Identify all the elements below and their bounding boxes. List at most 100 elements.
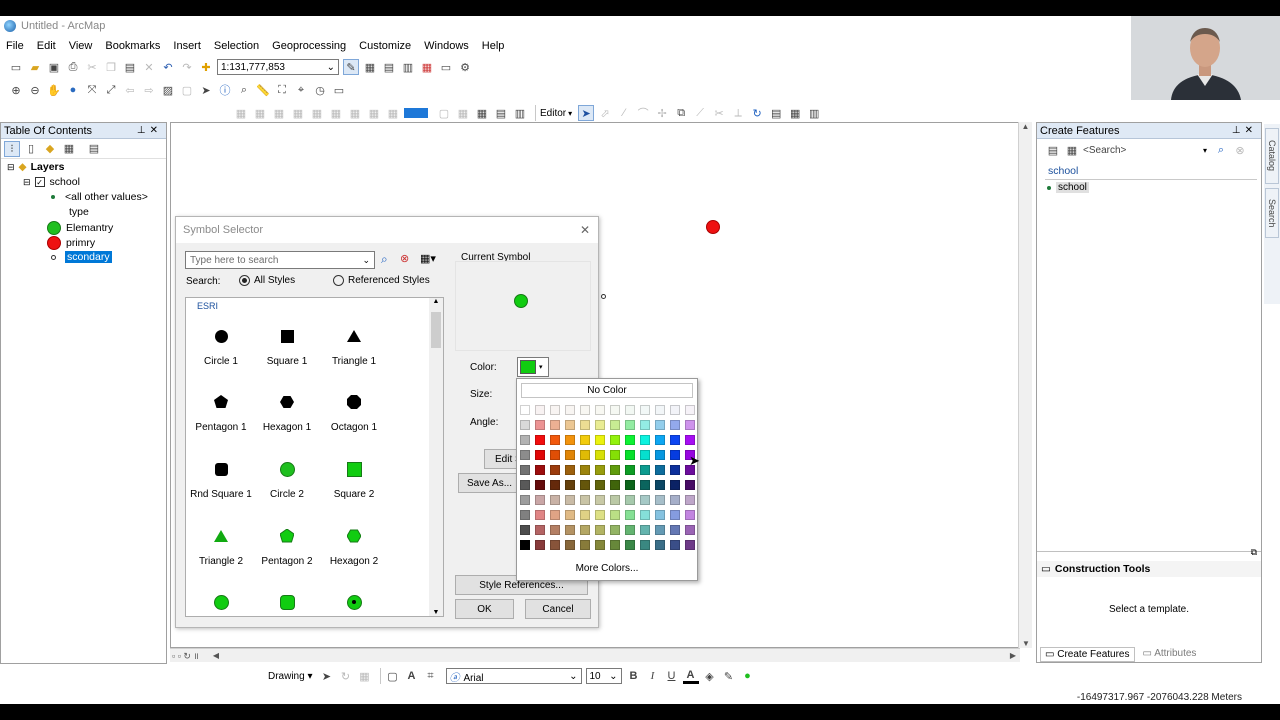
menu-windows[interactable]: Windows (424, 40, 469, 52)
color-swatch[interactable] (610, 450, 620, 460)
color-swatch[interactable] (550, 405, 560, 415)
save-as-button[interactable]: Save As... (458, 473, 518, 493)
symbol-square-1[interactable]: Square 1 (252, 324, 322, 367)
select-elements-icon[interactable]: ➤ (319, 668, 335, 684)
color-swatch[interactable] (520, 510, 530, 520)
color-swatch[interactable] (580, 495, 590, 505)
color-swatch[interactable] (595, 495, 605, 505)
reshape-icon[interactable]: ⟋ (692, 105, 708, 121)
map-horizontal-scrollbar[interactable]: ▫ ▫ ↻ ॥ ◀ ▶ (170, 648, 1020, 662)
color-swatch[interactable] (565, 540, 575, 550)
color-swatch[interactable] (580, 480, 590, 490)
no-color-button[interactable]: No Color (521, 383, 693, 398)
menu-file[interactable]: File (6, 40, 24, 52)
color-swatch[interactable] (655, 465, 665, 475)
color-swatch[interactable] (670, 525, 680, 535)
color-swatch[interactable] (610, 465, 620, 475)
color-swatch[interactable] (595, 465, 605, 475)
scroll-up-icon[interactable]: ▲ (429, 298, 443, 305)
back-extent-icon[interactable]: ⇦ (122, 82, 138, 98)
color-swatch[interactable] (610, 420, 620, 430)
color-swatch[interactable] (520, 450, 530, 460)
add-data-icon[interactable]: ✚ (198, 59, 214, 75)
layout-icon[interactable]: ▦ (474, 105, 490, 121)
color-swatch[interactable] (610, 510, 620, 520)
open-folder-icon[interactable]: ▰ (27, 59, 43, 75)
full-extent-icon[interactable]: ● (65, 82, 81, 98)
menu-insert[interactable]: Insert (173, 40, 201, 52)
search-icon[interactable]: ⌕ (1213, 142, 1229, 158)
color-swatch[interactable] (640, 540, 650, 550)
font-color-icon[interactable]: A (682, 668, 699, 684)
color-swatch[interactable] (550, 435, 560, 445)
symbol-pentagon-2[interactable]: Pentagon 2 (252, 524, 322, 567)
pin-close-icon[interactable]: ⊥✕ (1232, 125, 1257, 136)
color-swatch[interactable] (580, 450, 590, 460)
color-swatch[interactable] (520, 435, 530, 445)
layout-icon-2[interactable]: ▤ (493, 105, 509, 121)
list-by-drawing-order-icon[interactable]: ⁝ (4, 140, 20, 157)
search-icon[interactable]: ⌕ (381, 252, 388, 267)
split-icon[interactable]: ⟂ (730, 105, 746, 121)
symbol-rnd-square-2[interactable] (252, 590, 322, 622)
color-swatch[interactable] (580, 465, 590, 475)
color-swatch[interactable] (550, 495, 560, 505)
clear-search-icon[interactable]: ⊗ (1232, 142, 1248, 158)
color-swatch[interactable] (520, 540, 530, 550)
color-swatch[interactable] (625, 510, 635, 520)
fixed-zoom-in-icon[interactable]: ⤧ (84, 82, 100, 98)
color-swatch[interactable] (640, 405, 650, 415)
organize-templates-icon[interactable]: ▤ (1045, 142, 1061, 158)
color-swatch[interactable] (685, 480, 695, 490)
color-swatch[interactable] (550, 510, 560, 520)
color-swatch[interactable] (670, 480, 680, 490)
more-colors-button[interactable]: More Colors... (517, 563, 697, 574)
color-swatch[interactable] (550, 420, 560, 430)
paste-icon[interactable]: ▤ (122, 59, 138, 75)
python-window-icon[interactable]: ▭ (438, 59, 454, 75)
legend-item-elemantry[interactable]: Elemantry (47, 221, 113, 235)
color-swatch[interactable] (655, 420, 665, 430)
measure-icon[interactable]: 📏 (255, 82, 271, 98)
color-swatch[interactable] (565, 495, 575, 505)
legend-item-scondary[interactable]: scondary (51, 250, 113, 264)
color-swatch[interactable] (640, 450, 650, 460)
color-swatch[interactable] (535, 540, 545, 550)
color-swatch[interactable] (670, 435, 680, 445)
scroll-thumb[interactable] (431, 312, 441, 348)
template-view-icon[interactable]: ▦ (1064, 142, 1080, 158)
map-scale-dropdown[interactable]: 1:131,777,853 ⌄ (217, 59, 339, 75)
list-by-visibility-icon[interactable]: ◆ (42, 141, 58, 157)
cancel-button[interactable]: Cancel (525, 599, 591, 619)
sketch-properties-icon[interactable]: ▦ (787, 105, 803, 121)
edit-tool-icon[interactable]: ➤ (578, 105, 595, 121)
color-swatch[interactable] (655, 435, 665, 445)
gallery-scrollbar[interactable]: ▲ ▼ (429, 298, 443, 616)
fixed-zoom-out-icon[interactable]: ⤢ (103, 82, 119, 98)
menu-bookmarks[interactable]: Bookmarks (105, 40, 160, 52)
color-swatch[interactable] (625, 540, 635, 550)
color-swatch[interactable] (580, 510, 590, 520)
color-swatch[interactable] (625, 450, 635, 460)
color-swatch[interactable] (625, 420, 635, 430)
color-swatch[interactable] (535, 480, 545, 490)
color-swatch[interactable] (685, 495, 695, 505)
color-picker-button[interactable]: ▾ (517, 357, 549, 377)
font-dropdown[interactable]: ⓐ Arial ⌄ (445, 668, 582, 684)
color-swatch[interactable] (625, 495, 635, 505)
color-swatch[interactable] (550, 525, 560, 535)
color-swatch[interactable] (535, 450, 545, 460)
color-swatch[interactable] (595, 510, 605, 520)
zoom-to-selected-icon[interactable]: ▦ (357, 668, 373, 684)
scroll-down-icon[interactable]: ▼ (1019, 639, 1033, 648)
undo-icon[interactable]: ↶ (160, 59, 176, 75)
map-point-scondary[interactable] (601, 294, 606, 299)
editor-toolbar-icon[interactable]: ✎ (343, 59, 359, 75)
color-swatch[interactable] (520, 420, 530, 430)
referenced-styles-radio[interactable]: Referenced Styles (333, 275, 430, 286)
color-swatch[interactable] (565, 435, 575, 445)
menu-customize[interactable]: Customize (359, 40, 411, 52)
color-swatch[interactable] (595, 405, 605, 415)
clear-selection-icon[interactable]: ▢ (179, 82, 195, 98)
map-vertical-scrollbar[interactable]: ▲ ▼ (1018, 122, 1032, 648)
